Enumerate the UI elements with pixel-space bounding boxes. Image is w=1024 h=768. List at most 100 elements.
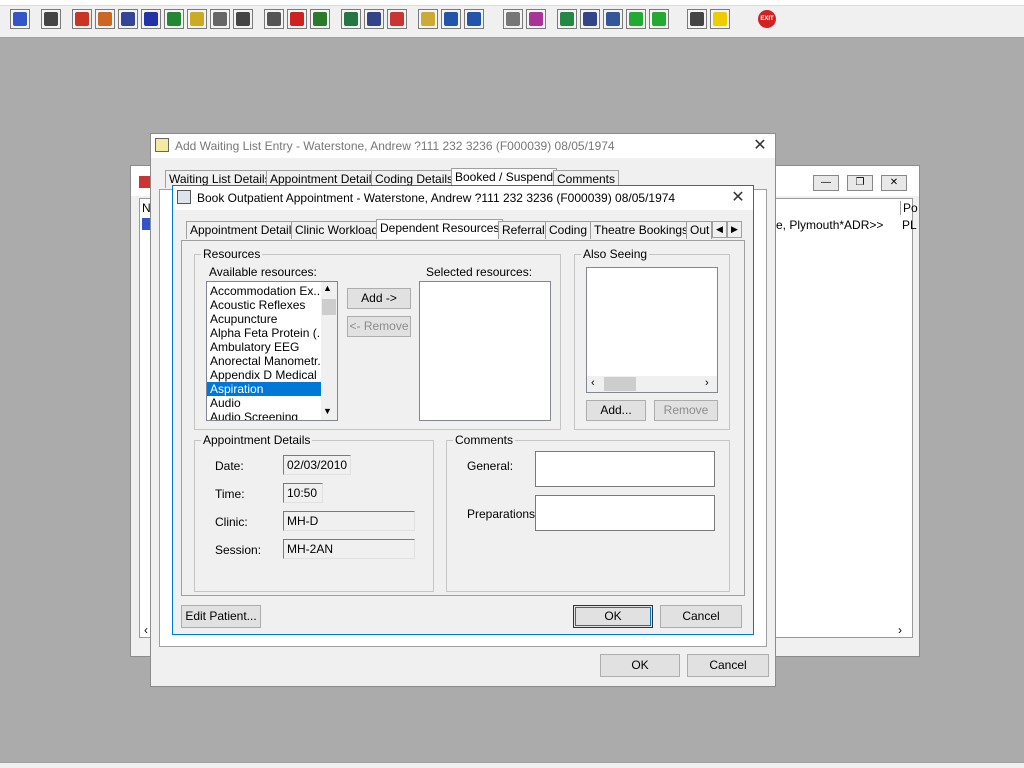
hscroll-right-icon[interactable]: ›: [705, 377, 709, 389]
booking-tab-panel: Resources Available resources: Accommoda…: [181, 240, 745, 596]
preparations-comment-input[interactable]: [535, 495, 715, 531]
waiting-list-cancel-button[interactable]: Cancel: [687, 654, 769, 677]
grid-row-code[interactable]: PL: [902, 218, 917, 232]
tab-clinic-workload[interactable]: Clinic Workload: [291, 221, 383, 239]
m-icon: [144, 12, 158, 26]
doctor-button[interactable]: [164, 9, 184, 29]
list-scrollbar[interactable]: ▲ ▼: [321, 282, 337, 420]
document-window-icon: [367, 12, 381, 26]
book-edit-button[interactable]: [95, 9, 115, 29]
folder-search-icon: [267, 12, 281, 26]
list-button[interactable]: [118, 9, 138, 29]
clinic-field[interactable]: MH-D: [283, 511, 415, 531]
m-button[interactable]: [141, 9, 161, 29]
exit-button[interactable]: EXIT: [757, 9, 777, 29]
scroll-left-icon[interactable]: ‹: [144, 623, 148, 637]
folder-search-button[interactable]: [264, 9, 284, 29]
booking-ok-button[interactable]: OK: [573, 605, 653, 628]
comments-group-label: Comments: [453, 433, 516, 447]
list-item[interactable]: Ambulatory EEG: [207, 340, 321, 354]
tab-coding[interactable]: Coding: [545, 221, 592, 239]
notes-icon: [190, 12, 204, 26]
hscroll-left-icon[interactable]: ‹: [591, 377, 595, 389]
list-item[interactable]: Aspiration: [207, 382, 321, 396]
preparations-label: Preparations:: [467, 507, 539, 521]
list-item[interactable]: Acoustic Reflexes: [207, 298, 321, 312]
tray-down-button[interactable]: [580, 9, 600, 29]
book-button[interactable]: [72, 9, 92, 29]
list-item[interactable]: Audio: [207, 396, 321, 410]
minimize-button[interactable]: —: [813, 175, 839, 191]
clock-button[interactable]: [287, 9, 307, 29]
tab-referral[interactable]: Referral: [498, 221, 549, 239]
tray-check-button[interactable]: [603, 9, 623, 29]
green-arrow-right-icon: [652, 12, 666, 26]
page-button[interactable]: [503, 9, 523, 29]
bar-chart-icon: [529, 12, 543, 26]
scroll-thumb[interactable]: [322, 299, 336, 315]
scroll-down-icon[interactable]: ▼: [323, 406, 332, 416]
list-item[interactable]: Anorectal Manometr...: [207, 354, 321, 368]
also-seeing-hscroll[interactable]: ‹ ›: [587, 376, 717, 392]
restore-button[interactable]: ❐: [847, 175, 873, 191]
scroll-right-icon[interactable]: ›: [898, 623, 902, 637]
monitor-icon: [313, 12, 327, 26]
swap-button[interactable]: [687, 9, 707, 29]
booking-close-icon[interactable]: ✕: [729, 189, 747, 207]
green-arrow-right-button[interactable]: [649, 9, 669, 29]
warning-button[interactable]: [710, 9, 730, 29]
also-seeing-list[interactable]: ‹ ›: [586, 267, 718, 393]
waiting-list-close-icon[interactable]: ✕: [751, 137, 769, 155]
add-resource-button[interactable]: Add ->: [347, 288, 411, 309]
session-field[interactable]: MH-2AN: [283, 539, 415, 559]
grid-header-po[interactable]: Po: [900, 201, 918, 215]
list-item[interactable]: Appendix D Medical: [207, 368, 321, 382]
tab-theatre-bookings[interactable]: Theatre Bookings: [590, 221, 693, 239]
tray-check-icon: [606, 12, 620, 26]
list-item[interactable]: Accommodation Ex...: [207, 284, 321, 298]
also-seeing-remove-button[interactable]: Remove: [654, 400, 718, 421]
printer-button[interactable]: [41, 9, 61, 29]
document-window-button[interactable]: [364, 9, 384, 29]
ward-button[interactable]: [441, 9, 461, 29]
tab-scroll-left-icon[interactable]: ◀: [712, 221, 727, 238]
date-label: Date:: [215, 459, 244, 473]
transfer-icon: [467, 12, 481, 26]
list-item[interactable]: Acupuncture: [207, 312, 321, 326]
booking-cancel-button[interactable]: Cancel: [660, 605, 742, 628]
transfer-button[interactable]: [464, 9, 484, 29]
bar-chart-button[interactable]: [526, 9, 546, 29]
tab-scroll-right-icon[interactable]: ▶: [727, 221, 742, 238]
tab-dependent-resources[interactable]: Dependent Resources: [376, 219, 504, 239]
list-item[interactable]: Alpha Feta Protein (...: [207, 326, 321, 340]
notes-button[interactable]: [187, 9, 207, 29]
bed-button[interactable]: [210, 9, 230, 29]
also-seeing-add-button[interactable]: Add...: [586, 400, 646, 421]
available-resources-list[interactable]: Accommodation Ex... Acoustic Reflexes Acup…: [206, 281, 338, 421]
edit-patient-button[interactable]: Edit Patient...: [181, 605, 261, 628]
monitor-button[interactable]: [310, 9, 330, 29]
hscroll-thumb[interactable]: [604, 377, 636, 391]
chart-window-icon: [344, 12, 358, 26]
general-label: General:: [467, 459, 514, 473]
tab-out[interactable]: Out: [686, 221, 712, 239]
stop-button[interactable]: [387, 9, 407, 29]
date-field[interactable]: 02/03/2010: [283, 455, 351, 475]
time-field[interactable]: 10:50: [283, 483, 323, 503]
scroll-up-icon[interactable]: ▲: [323, 283, 332, 293]
globe-button[interactable]: [557, 9, 577, 29]
tab-appointment-details[interactable]: Appointment Details: [186, 221, 302, 239]
selected-resources-list[interactable]: [419, 281, 551, 421]
note-button[interactable]: [418, 9, 438, 29]
ambulance-button[interactable]: [233, 9, 253, 29]
list-item[interactable]: Audio Screening: [207, 410, 321, 420]
grid-row-text[interactable]: e, Plymouth*ADR>>: [776, 218, 883, 232]
green-arrow-down-button[interactable]: [626, 9, 646, 29]
chart-window-button[interactable]: [341, 9, 361, 29]
general-comment-input[interactable]: [535, 451, 715, 487]
person-button[interactable]: [10, 9, 30, 29]
appointment-details-group: Appointment Details Date: 02/03/2010 Tim…: [194, 433, 434, 592]
waiting-list-ok-button[interactable]: OK: [600, 654, 680, 677]
close-button[interactable]: ✕: [881, 175, 907, 191]
remove-resource-button[interactable]: <- Remove: [347, 316, 411, 337]
